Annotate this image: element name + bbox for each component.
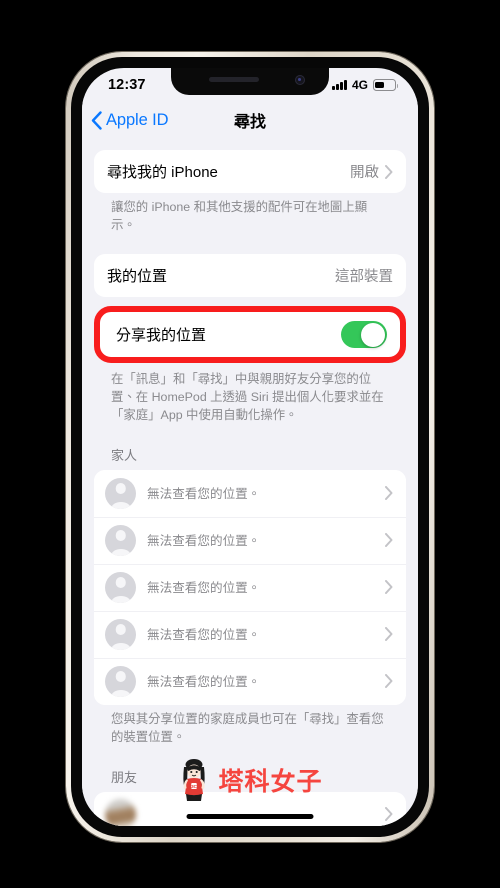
share-my-location-row[interactable]: 分享我的位置: [103, 314, 397, 354]
toggle-knob: [361, 322, 386, 347]
chevron-right-icon: [385, 164, 393, 179]
person-placeholder-icon: [105, 524, 136, 556]
share-my-location-footnote: 在「訊息」和「尋找」中與親朋好友分享您的位置、在 HomePod 上透過 Sir…: [111, 371, 384, 422]
chevron-right-icon: [385, 533, 393, 548]
family-member-row[interactable]: 無法查看您的位置。: [94, 469, 406, 517]
my-location-row[interactable]: 我的位置 這部裝置: [94, 253, 406, 297]
earpiece-speaker-icon: [209, 77, 259, 82]
find-my-iphone-row[interactable]: 尋找我的 iPhone 開啟: [94, 150, 406, 193]
family-member-info: 無法查看您的位置。: [147, 483, 385, 503]
chevron-right-icon: [385, 627, 393, 642]
family-member-info: 無法查看您的位置。: [147, 624, 385, 644]
family-member-info: 無法查看您的位置。: [147, 530, 385, 550]
notch: [171, 68, 329, 95]
status-indicators: 4G: [332, 78, 399, 92]
family-section-header: 家人: [111, 447, 138, 463]
my-location-value: 這部裝置: [335, 268, 393, 285]
my-location-card: 我的位置 這部裝置: [94, 253, 406, 297]
back-button-label: Apple ID: [106, 110, 169, 129]
family-member-row[interactable]: 無法查看您的位置。: [94, 657, 406, 705]
person-placeholder-icon: [105, 571, 136, 603]
family-member-status: 無法查看您的位置。: [147, 534, 261, 549]
my-location-label: 我的位置: [107, 267, 168, 285]
family-member-row[interactable]: 無法查看您的位置。: [94, 563, 406, 611]
front-camera-icon: [295, 75, 305, 85]
navigation-bar: Apple ID 尋找: [82, 98, 418, 142]
battery-fill: [375, 81, 385, 89]
family-footnote: 您與其分享位置的家庭成員也可在「尋找」查看您的裝置位置。: [111, 711, 384, 744]
family-member-status: 無法查看您的位置。: [147, 628, 261, 643]
chevron-right-icon: [385, 674, 393, 689]
watermark: 3C 塔科女子: [82, 758, 418, 802]
contact-photo-blurred: [105, 798, 136, 826]
battery-icon: [373, 79, 399, 91]
watermark-text: 塔科女子: [218, 768, 323, 796]
family-member-status: 無法查看您的位置。: [147, 675, 261, 690]
find-my-iphone-footnote: 讓您的 iPhone 和其他支援的配件可在地圖上顯示。: [111, 200, 368, 232]
share-my-location-label: 分享我的位置: [116, 326, 207, 344]
family-member-status: 無法查看您的位置。: [147, 581, 261, 596]
family-member-info: 無法查看您的位置。: [147, 577, 385, 597]
home-indicator[interactable]: [186, 814, 314, 819]
girl-mascot-icon: 3C: [183, 759, 206, 801]
family-member-info: 無法查看您的位置。: [147, 671, 385, 691]
svg-text:3C: 3C: [192, 784, 199, 789]
device-bezel: 12:37 4G Apple ID 尋找 尋找我的 iPhone 開啟 讓您的 …: [71, 57, 429, 837]
person-placeholder-icon: [105, 618, 136, 650]
chevron-right-icon: [385, 807, 393, 822]
person-placeholder-icon: [105, 665, 136, 697]
share-location-highlight-box: 分享我的位置: [94, 305, 406, 363]
family-member-row[interactable]: 無法查看您的位置。: [94, 610, 406, 658]
settings-scroll-content[interactable]: 尋找我的 iPhone 開啟 讓您的 iPhone 和其他支援的配件可在地圖上顯…: [82, 142, 418, 826]
share-my-location-toggle[interactable]: [341, 320, 387, 349]
person-placeholder-icon: [105, 477, 136, 509]
family-member-row[interactable]: 無法查看您的位置。: [94, 516, 406, 564]
family-member-status: 無法查看您的位置。: [147, 487, 261, 502]
chevron-right-icon: [385, 486, 393, 501]
chevron-right-icon: [385, 580, 393, 595]
network-type-label: 4G: [351, 78, 368, 92]
find-my-iphone-card: 尋找我的 iPhone 開啟: [94, 150, 406, 193]
back-button[interactable]: Apple ID: [91, 111, 169, 130]
cellular-bars-icon: [332, 80, 347, 90]
find-my-iphone-value: 開啟: [350, 165, 379, 181]
family-members-card: 無法查看您的位置。 無法查看您的位置。 無法查看您的位置。 無法查看您的位置。 …: [94, 469, 406, 705]
find-my-iphone-label: 尋找我的 iPhone: [107, 164, 218, 181]
phone-screen: 12:37 4G Apple ID 尋找 尋找我的 iPhone 開啟 讓您的 …: [82, 68, 418, 826]
chevron-left-icon: [91, 110, 102, 130]
status-time: 12:37: [108, 77, 146, 93]
screenshot-stage: 12:37 4G Apple ID 尋找 尋找我的 iPhone 開啟 讓您的 …: [0, 0, 500, 888]
iphone-device-frame: 12:37 4G Apple ID 尋找 尋找我的 iPhone 開啟 讓您的 …: [66, 52, 434, 842]
